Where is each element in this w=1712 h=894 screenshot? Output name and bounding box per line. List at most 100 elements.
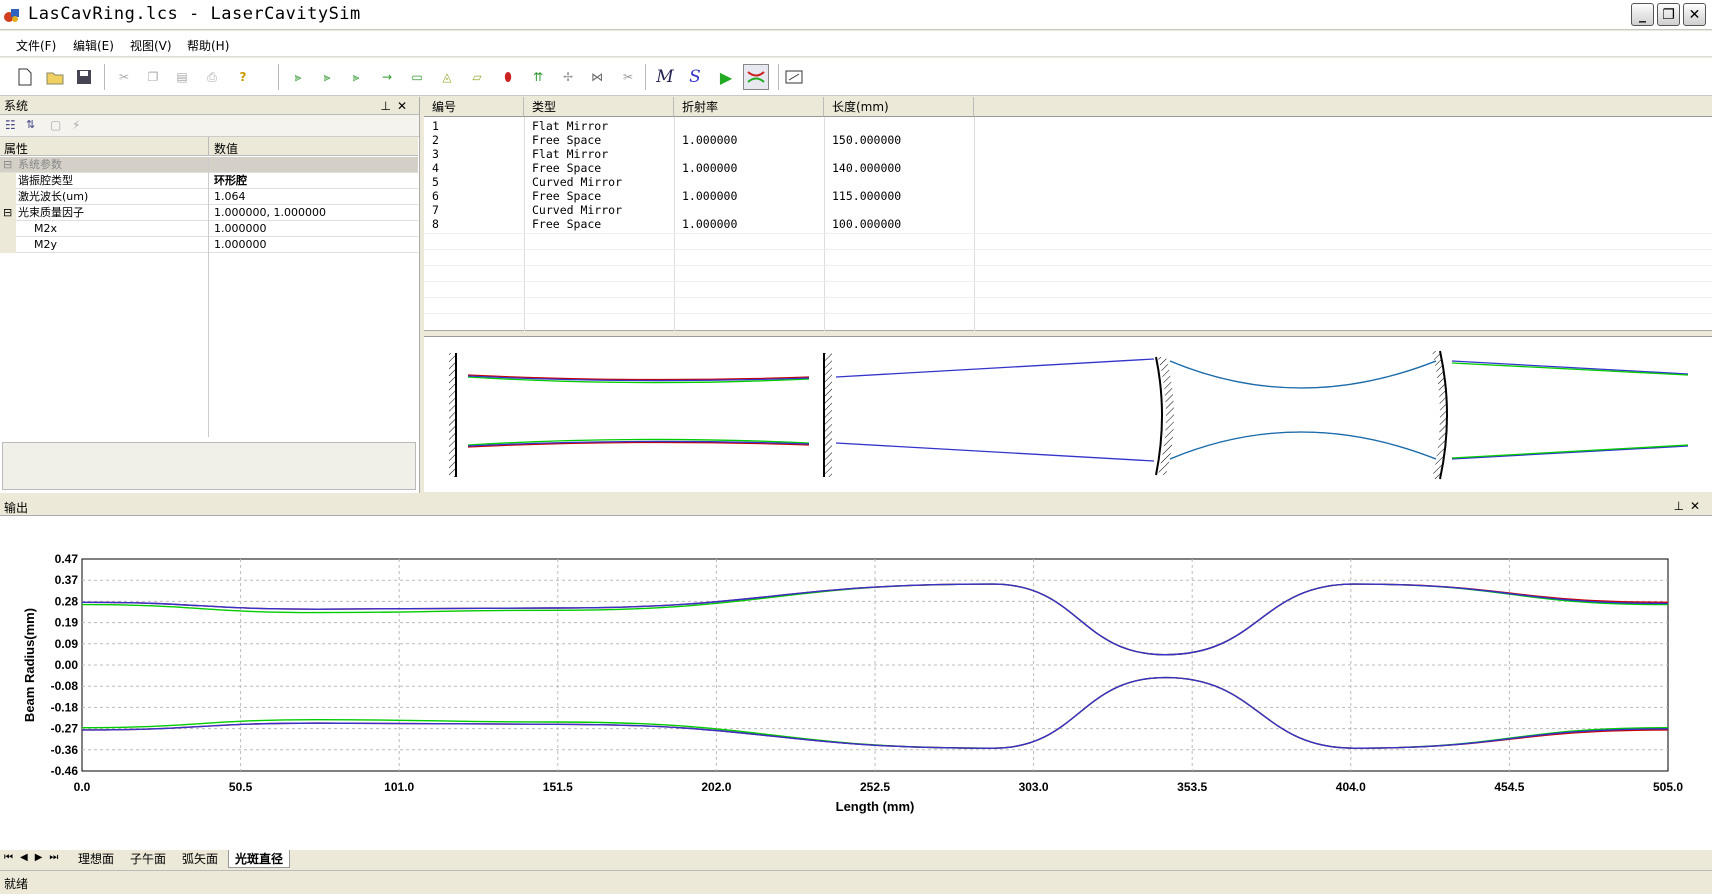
property-value[interactable]: 环形腔 — [214, 173, 247, 189]
add-prism-icon[interactable]: ◬ — [436, 66, 458, 88]
col-length[interactable]: 长度(mm) — [824, 97, 974, 117]
open-folder-icon[interactable] — [44, 66, 66, 88]
flat-mirror-1 — [449, 353, 457, 477]
table-row[interactable]: 5 Curved Mirror — [424, 175, 1712, 189]
add-curved-mirror-icon[interactable]: ⫸ — [316, 66, 338, 88]
print-icon[interactable]: ⎙ — [201, 66, 223, 88]
tab-sagittal-plane[interactable]: 弧矢面 — [176, 850, 224, 868]
table-row[interactable]: 3 Flat Mirror — [424, 147, 1712, 161]
property-value[interactable]: 1.000000 — [214, 221, 267, 237]
property-name: M2y — [34, 238, 57, 251]
x-axis-label: Length (mm) — [836, 799, 915, 814]
property-name: 激光波长(um) — [18, 190, 89, 203]
table-row[interactable]: 7 Curved Mirror — [424, 203, 1712, 217]
x-tick-label: 101.0 — [384, 780, 414, 794]
table-cell-id: 4 — [432, 161, 439, 175]
y-tick-label: -0.36 — [51, 743, 79, 757]
flat-mirror-3 — [823, 353, 832, 477]
property-row[interactable]: 谐振腔类型 环形腔 — [0, 173, 418, 189]
add-aperture-icon[interactable]: ⬮ — [497, 66, 519, 88]
add-grating-icon[interactable]: ▱ — [466, 66, 488, 88]
add-brewster-icon[interactable]: ⋈ — [586, 66, 608, 88]
table-cell-id: 7 — [432, 203, 439, 217]
add-crystal-icon[interactable]: ▭ — [406, 66, 428, 88]
add-free-space-icon[interactable]: → — [376, 66, 398, 88]
table-row[interactable]: 2 Free Space 1.000000 150.000000 — [424, 133, 1712, 147]
property-toolbar: ☷ ⇅ ▢ ⚡ — [0, 115, 419, 137]
table-cell-type: Curved Mirror — [532, 175, 623, 189]
output-panel-header: 输出 ⊥✕ — [0, 497, 1712, 515]
table-row[interactable]: 6 Free Space 1.000000 115.000000 — [424, 189, 1712, 203]
menu-view[interactable]: 视图(V) — [130, 37, 172, 54]
property-value[interactable]: 1.064 — [214, 189, 246, 205]
collapse-icon[interactable]: ⊟ — [3, 157, 12, 173]
stability-s-icon[interactable]: S — [684, 66, 706, 88]
property-value[interactable]: 1.000000, 1.000000 — [214, 205, 326, 221]
add-lens-icon[interactable]: ⫸ — [345, 66, 367, 88]
delete-element-icon[interactable]: ✂ — [617, 66, 639, 88]
add-shift-icon[interactable]: ✢ — [557, 66, 579, 88]
close-button[interactable]: ✕ — [1683, 3, 1706, 26]
table-cell-type: Flat Mirror — [532, 119, 609, 133]
menu-file[interactable]: 文件(F) — [16, 37, 56, 54]
paste-icon[interactable]: ▤ — [171, 66, 193, 88]
menu-help[interactable]: 帮助(H) — [187, 37, 229, 54]
minimize-button[interactable]: _ — [1631, 3, 1654, 26]
x-tick-label: 454.5 — [1494, 780, 1524, 794]
x-tick-label: 50.5 — [229, 780, 253, 794]
property-row[interactable]: 激光波长(um) 1.064 — [0, 189, 418, 205]
tab-ideal-plane[interactable]: 理想面 — [72, 850, 120, 868]
tab-meridional-plane[interactable]: 子午面 — [124, 850, 172, 868]
property-value[interactable]: 1.000000 — [214, 237, 267, 253]
table-cell-len: 100.000000 — [832, 217, 902, 231]
table-row[interactable]: 4 Free Space 1.000000 140.000000 — [424, 161, 1712, 175]
copy-icon[interactable]: ❐ — [142, 66, 164, 88]
group-row-system[interactable]: ⊟ 系统参数 — [0, 157, 418, 173]
pin-close-icons[interactable]: ⊥✕ — [380, 97, 413, 115]
new-file-icon[interactable] — [14, 66, 36, 88]
cavity-diagram — [424, 336, 1712, 492]
property-row[interactable]: M2y 1.000000 — [0, 237, 418, 253]
property-row[interactable]: M2x 1.000000 — [0, 221, 418, 237]
save-icon[interactable] — [73, 66, 95, 88]
table-cell-len: 115.000000 — [832, 189, 902, 203]
events-icon[interactable]: ⚡ — [72, 118, 80, 132]
table-cell-type: Flat Mirror — [532, 147, 609, 161]
tab-spot-diameter[interactable]: 光斑直径 — [228, 850, 291, 868]
title-bar: LasCavRing.lcs - LaserCavitySim _ ❐ ✕ — [0, 0, 1712, 30]
tab-scroll-icons[interactable]: ⏮◀▶⏭ — [4, 852, 65, 863]
collapse-icon[interactable]: ⊟ — [3, 205, 12, 221]
property-pages-icon[interactable]: ▢ — [50, 118, 61, 132]
table-cell-id: 2 — [432, 133, 439, 147]
window-title: LasCavRing.lcs - LaserCavitySim — [28, 4, 361, 24]
property-name: M2x — [34, 222, 57, 235]
x-tick-label: 404.0 — [1336, 780, 1366, 794]
table-cell-id: 3 — [432, 147, 439, 161]
matrix-m-icon[interactable]: M — [654, 66, 676, 88]
view-diagram-icon[interactable] — [783, 66, 805, 88]
cut-icon[interactable]: ✂ — [113, 66, 135, 88]
beam-profile-icon[interactable] — [743, 64, 769, 90]
help-icon[interactable]: ? — [232, 66, 254, 88]
y-tick-label: 0.09 — [55, 637, 79, 651]
col-index[interactable]: 折射率 — [674, 97, 824, 117]
y-tick-label: -0.27 — [51, 722, 79, 736]
add-flat-mirror-icon[interactable]: ⫸ — [287, 66, 309, 88]
sort-az-icon[interactable]: ⇅ — [26, 118, 35, 131]
col-type[interactable]: 类型 — [524, 97, 674, 117]
table-row[interactable]: 1 Flat Mirror — [424, 119, 1712, 133]
table-cell-id: 6 — [432, 189, 439, 203]
restore-button[interactable]: ❐ — [1657, 3, 1680, 26]
minimize-icon: _ — [1639, 6, 1646, 23]
table-row[interactable]: 8 Free Space 1.000000 100.000000 — [424, 217, 1712, 231]
y-tick-label: 0.19 — [55, 616, 79, 630]
col-id[interactable]: 编号 — [424, 97, 524, 117]
categorized-icon[interactable]: ☷ — [5, 118, 16, 132]
menu-edit[interactable]: 编辑(E) — [73, 37, 114, 54]
run-icon[interactable]: ▶ — [715, 66, 737, 88]
property-row[interactable]: ⊟ 光束质量因子 1.000000, 1.000000 — [0, 205, 418, 221]
add-rotation-icon[interactable]: ⇈ — [527, 66, 549, 88]
table-cell-n: 1.000000 — [682, 161, 738, 175]
pin-close-icons[interactable]: ⊥✕ — [1673, 499, 1706, 513]
property-description-box — [2, 442, 416, 490]
